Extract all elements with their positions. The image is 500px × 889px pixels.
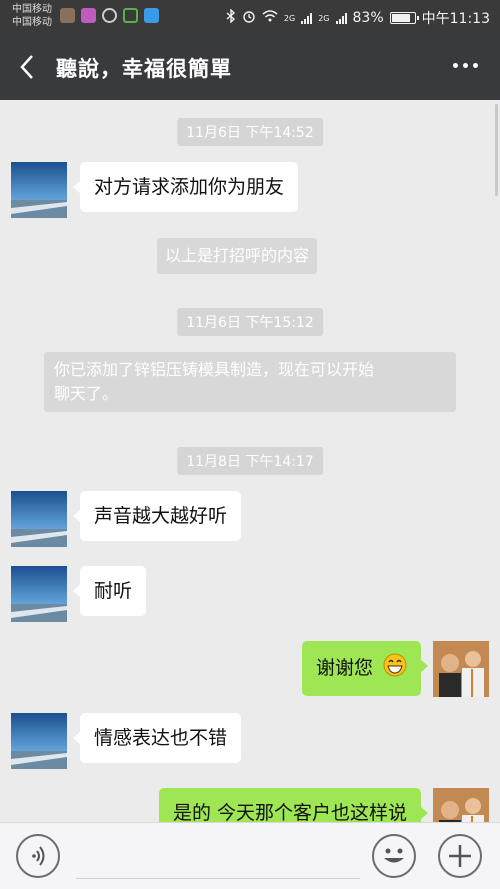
back-arrow-icon: [20, 55, 33, 79]
scrollbar[interactable]: [495, 104, 498, 196]
my-avatar[interactable]: [433, 641, 489, 697]
alarm-icon: [242, 9, 256, 27]
received-message[interactable]: 情感表达也不错: [72, 713, 242, 763]
carrier-1: 中国移动: [12, 4, 52, 15]
message-list[interactable]: 11月6日 下午14:52 对方请求添加你为朋友 以上是打招呼的内容 11月6日…: [0, 100, 500, 822]
system-message: 以上是打招呼的内容: [157, 238, 318, 274]
network-type-2: 2G: [318, 13, 330, 23]
app-notification-icon: [102, 8, 117, 23]
app-notification-icon: [144, 8, 159, 23]
received-message[interactable]: 声音越大越好听: [72, 491, 242, 541]
more-functions-button[interactable]: [438, 834, 482, 878]
timestamp: 11月6日 下午14:52: [177, 118, 323, 146]
contact-avatar[interactable]: [11, 491, 67, 547]
timestamp: 11月8日 下午14:17: [177, 447, 323, 475]
contact-avatar[interactable]: [11, 162, 67, 218]
system-message-line: 你已添加了锌铝压铸模具制造，现在可以开始: [54, 360, 375, 379]
emoji-icon: [384, 848, 404, 863]
status-right: 2G 2G 83% 中午11:13: [226, 8, 490, 28]
lock-icon: [123, 8, 138, 23]
chat-title: 聽說，幸福很簡單: [56, 57, 232, 81]
more-dots-icon: [463, 63, 468, 68]
system-message-line: 聊天了。: [54, 384, 119, 403]
status-bar: 中国移动 中国移动 2G 2G 83% 中午11:13: [0, 0, 500, 34]
app-notification-icon: [60, 8, 75, 23]
signal-icon: [335, 12, 347, 24]
chat-header: 聽說，幸福很簡單: [0, 34, 500, 100]
message-input[interactable]: [76, 878, 360, 879]
contact-avatar[interactable]: [11, 566, 67, 622]
sent-message[interactable]: 谢谢您: [301, 641, 429, 696]
back-button[interactable]: [16, 52, 40, 82]
emoji-button[interactable]: [372, 834, 416, 878]
received-message[interactable]: 对方请求添加你为朋友: [72, 162, 299, 212]
wifi-icon: [262, 10, 278, 26]
more-button[interactable]: [453, 63, 478, 68]
received-message[interactable]: 耐听: [72, 566, 147, 616]
my-avatar[interactable]: [433, 788, 489, 822]
carrier-info: 中国移动 中国移动: [12, 3, 52, 29]
battery-icon: [389, 12, 419, 24]
app-notification-icon: [81, 8, 96, 23]
sent-message-text: 谢谢您: [315, 657, 373, 679]
voice-icon: [32, 846, 45, 866]
timestamp: 11月6日 下午15:12: [177, 308, 323, 336]
input-bar: [0, 822, 500, 889]
more-dots-icon: [473, 63, 478, 68]
battery-level: [391, 14, 410, 22]
plus-icon: [449, 845, 471, 867]
signal-icon: [301, 12, 313, 24]
system-message: 你已添加了锌铝压铸模具制造，现在可以开始 聊天了。: [44, 352, 456, 412]
more-dots-icon: [453, 63, 458, 68]
bluetooth-icon: [226, 8, 236, 27]
grin-emoji-icon: [383, 653, 407, 684]
carrier-2: 中国移动: [12, 17, 52, 28]
network-type-1: 2G: [283, 13, 296, 23]
contact-avatar[interactable]: [11, 713, 67, 769]
voice-button[interactable]: [16, 834, 60, 878]
sent-message[interactable]: 是的 今天那个客户也这样说: [158, 788, 429, 822]
notification-icons: [60, 8, 159, 23]
battery-percent: 83%: [352, 10, 384, 26]
clock: 中午11:13: [421, 11, 490, 27]
